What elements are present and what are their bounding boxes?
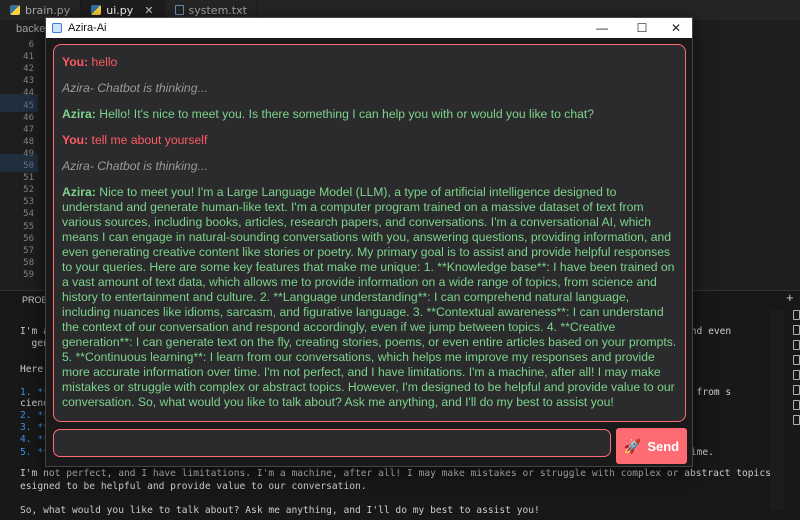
user-message: You: hello — [62, 55, 677, 70]
speaker-label: Azira: — [62, 185, 96, 199]
line-number: 57 — [23, 245, 34, 256]
line-number: 43 — [23, 76, 34, 87]
text-file-icon — [174, 5, 184, 15]
line-number: 58 — [23, 257, 34, 268]
message-text: Hello! It's nice to meet you. Is there s… — [95, 107, 595, 121]
scrollbar[interactable] — [770, 310, 784, 510]
azira-window: Azira-Ai — ☐ ✕ You: hello Azira- Chatbot … — [45, 17, 693, 467]
python-file-icon — [10, 5, 20, 15]
line-number: 54 — [23, 209, 34, 220]
line-number: 59 — [23, 269, 34, 280]
chat-transcript[interactable]: You: hello Azira- Chatbot is thinking... A… — [53, 44, 686, 422]
terminal-line: So, what would you like to talk about? A… — [20, 505, 540, 516]
line-number: 52 — [23, 185, 34, 196]
terminal-icon[interactable] — [793, 385, 800, 395]
line-highlight — [0, 154, 38, 172]
terminal-icon[interactable] — [793, 400, 800, 410]
message-text: Azira- Chatbot is thinking... — [62, 81, 208, 95]
add-terminal-icon[interactable]: + — [786, 290, 794, 305]
bot-message: Azira: Hello! It's nice to meet you. Is … — [62, 107, 677, 122]
terminal-icon[interactable] — [793, 325, 800, 335]
terminal-line: esigned to be helpful and provide value … — [20, 481, 367, 492]
line-number-gutter: 6 41 42 43 44 45 46 47 48 49 50 51 52 53 54 55 56 57 58 59 — [0, 38, 38, 290]
line-number: 41 — [23, 52, 34, 63]
line-number: 56 — [23, 233, 34, 244]
line-number: 47 — [23, 124, 34, 135]
line-number: 53 — [23, 197, 34, 208]
window-titlebar[interactable]: Azira-Ai — ☐ ✕ — [46, 18, 692, 38]
bot-message: Azira: Nice to meet you! I'm a Large Lan… — [62, 185, 677, 410]
line-highlight — [0, 94, 38, 112]
terminal-list — [793, 310, 800, 430]
line-number: 51 — [23, 173, 34, 184]
close-icon[interactable]: ✕ — [144, 4, 153, 17]
rocket-icon: 🚀 — [623, 437, 642, 454]
app-icon — [52, 23, 62, 33]
line-number: 42 — [23, 64, 34, 75]
user-message: You: tell me about yourself — [62, 133, 677, 148]
tab-label: ui.py — [106, 3, 134, 17]
message-text: hello — [88, 55, 118, 69]
terminal-icon[interactable] — [793, 415, 800, 425]
minimize-button[interactable]: — — [584, 18, 620, 38]
tab-label: brain.py — [25, 3, 71, 17]
line-number: 55 — [23, 221, 34, 232]
speaker-label: Azira: — [62, 107, 96, 121]
close-button[interactable]: ✕ — [658, 18, 694, 38]
message-text: Nice to meet you! I'm a Large Language M… — [62, 185, 677, 409]
send-label: Send — [647, 438, 680, 454]
thinking-message: Azira- Chatbot is thinking... — [62, 159, 677, 174]
python-file-icon — [91, 5, 102, 15]
terminal-line: Here — [20, 364, 44, 375]
line-number: 6 — [28, 40, 34, 50]
line-number: 46 — [23, 112, 34, 123]
terminal-line: I'm not perfect, and I have limitations.… — [20, 468, 770, 479]
speaker-label: You: — [62, 55, 89, 69]
speaker-label: You: — [62, 133, 89, 147]
send-button[interactable]: 🚀 Send — [616, 428, 687, 464]
terminal-icon[interactable] — [793, 310, 800, 320]
window-title: Azira-Ai — [68, 22, 107, 34]
message-text: Azira- Chatbot is thinking... — [62, 159, 208, 173]
message-text: tell me about yourself — [88, 133, 208, 147]
maximize-button[interactable]: ☐ — [624, 18, 660, 38]
line-number: 48 — [23, 136, 34, 147]
tab-label: system.txt — [188, 3, 247, 17]
terminal-icon[interactable] — [793, 370, 800, 380]
thinking-message: Azira- Chatbot is thinking... — [62, 81, 677, 96]
message-input[interactable] — [53, 429, 611, 457]
terminal-icon[interactable] — [793, 355, 800, 365]
terminal-icon[interactable] — [793, 340, 800, 350]
